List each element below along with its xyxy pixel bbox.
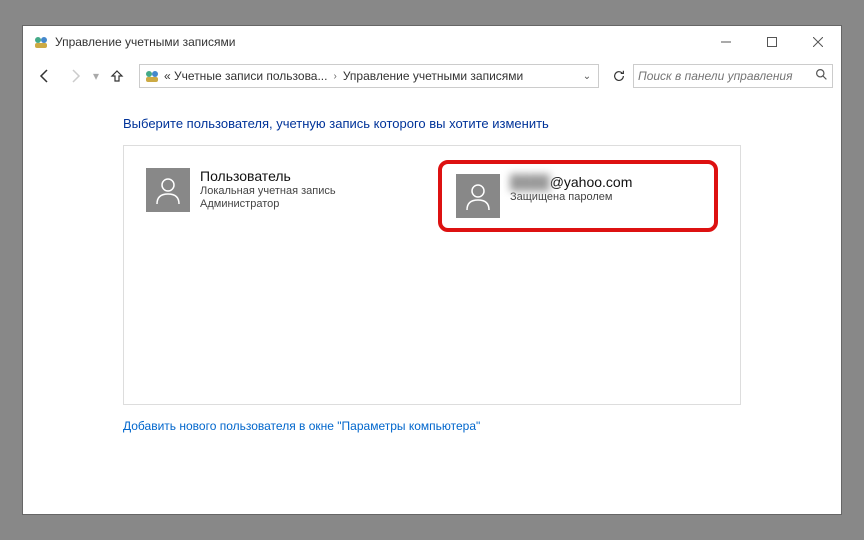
add-user-link[interactable]: Добавить нового пользователя в окне "Пар… xyxy=(123,419,480,433)
content-area: Выберите пользователя, учетную запись ко… xyxy=(23,94,841,514)
user-name-hidden: ████ xyxy=(510,174,550,190)
user-password-status: Защищена паролем xyxy=(510,191,632,203)
users-icon xyxy=(144,68,160,84)
user-list-panel: Пользователь Локальная учетная запись Ад… xyxy=(123,145,741,405)
avatar xyxy=(146,168,190,212)
app-icon xyxy=(33,34,49,50)
user-card-highlighted[interactable]: ████@yahoo.com Защищена паролем xyxy=(438,160,718,232)
address-bar[interactable]: « Учетные записи пользова... › Управлени… xyxy=(139,64,599,88)
forward-button xyxy=(61,62,89,90)
window-title: Управление учетными записями xyxy=(55,35,703,49)
user-name-domain: @yahoo.com xyxy=(550,174,633,190)
search-input[interactable] xyxy=(638,69,815,83)
user-account-type: Локальная учетная запись xyxy=(200,185,336,197)
search-box[interactable] xyxy=(633,64,833,88)
chevron-right-icon[interactable]: › xyxy=(333,71,336,82)
search-icon[interactable] xyxy=(815,68,828,84)
avatar xyxy=(456,174,500,218)
user-role: Администратор xyxy=(200,198,336,210)
refresh-button[interactable] xyxy=(607,64,631,88)
navigation-row: ▾ « Учетные записи пользова... › Управле… xyxy=(23,58,841,94)
user-info: Пользователь Локальная учетная запись Ад… xyxy=(200,168,336,212)
user-name: Пользователь xyxy=(200,168,336,184)
back-button[interactable] xyxy=(31,62,59,90)
address-dropdown[interactable]: ⌄ xyxy=(578,71,596,82)
maximize-button[interactable] xyxy=(749,26,795,58)
user-card[interactable]: Пользователь Локальная учетная запись Ад… xyxy=(138,160,418,220)
page-title: Выберите пользователя, учетную запись ко… xyxy=(123,116,741,131)
window-controls xyxy=(703,26,841,58)
up-button[interactable] xyxy=(103,62,131,90)
breadcrumb-part[interactable]: Управление учетными записями xyxy=(343,69,523,83)
close-button[interactable] xyxy=(795,26,841,58)
minimize-button[interactable] xyxy=(703,26,749,58)
titlebar: Управление учетными записями xyxy=(23,26,841,58)
nav-separator: ▾ xyxy=(93,69,99,83)
breadcrumb-part[interactable]: « Учетные записи пользова... xyxy=(164,69,327,83)
control-panel-window: Управление учетными записями ▾ xyxy=(22,25,842,515)
user-name: ████@yahoo.com xyxy=(510,174,632,190)
user-info: ████@yahoo.com Защищена паролем xyxy=(510,174,632,218)
